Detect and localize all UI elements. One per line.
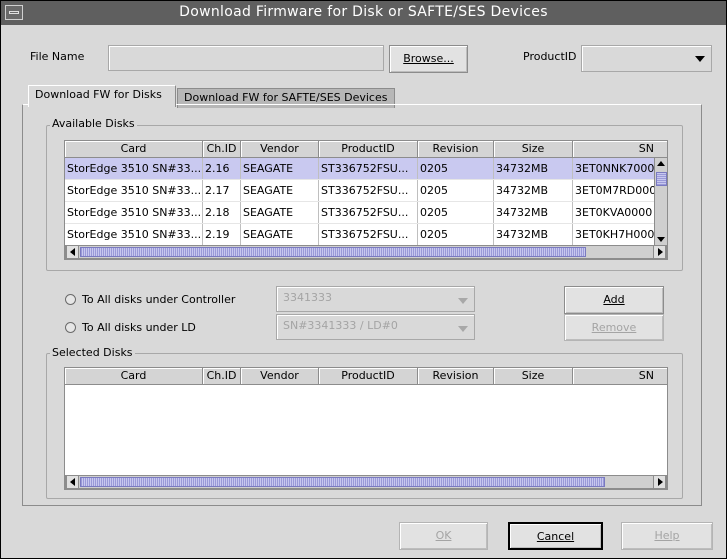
chevron-down-icon <box>458 326 468 332</box>
table-row[interactable]: StorEdge 3510 SN#33... 2.16 SEAGATE ST33… <box>65 158 655 180</box>
remove-button[interactable]: Remove <box>564 314 664 341</box>
scroll-right-button[interactable] <box>653 246 666 258</box>
column-header-productid[interactable]: ProductID <box>319 368 418 384</box>
column-header-vendor[interactable]: Vendor <box>241 141 319 157</box>
column-header-revision[interactable]: Revision <box>418 368 494 384</box>
cell-revision: 0205 <box>418 224 494 245</box>
ld-option-label: To All disks under LD <box>82 321 196 334</box>
cell-card: StorEdge 3510 SN#33... <box>65 202 203 223</box>
column-header-productid[interactable]: ProductID <box>319 141 418 157</box>
cell-revision: 0205 <box>418 202 494 223</box>
available-vertical-scrollbar[interactable] <box>654 158 667 245</box>
cell-productid: ST336752FSU... <box>319 202 418 223</box>
selected-table-header: Card Ch.ID Vendor ProductID Revision Siz… <box>65 368 667 385</box>
cell-revision: 0205 <box>418 158 494 179</box>
arrow-left-icon <box>70 478 75 486</box>
column-header-vendor[interactable]: Vendor <box>241 368 319 384</box>
ld-combo-value: SN#3341333 / LD#0 <box>283 319 398 332</box>
cell-vendor: SEAGATE <box>241 158 319 179</box>
available-horizontal-scrollbar[interactable] <box>65 245 667 259</box>
help-button[interactable]: Help <box>621 522 713 550</box>
cell-card: StorEdge 3510 SN#33... <box>65 224 203 245</box>
tab-download-fw-disks[interactable]: Download FW for Disks <box>28 85 176 107</box>
browse-button[interactable]: Browse... <box>389 45 468 73</box>
scroll-up-icon[interactable] <box>657 161 665 166</box>
add-button[interactable]: Add <box>564 286 664 314</box>
cell-card: StorEdge 3510 SN#33... <box>65 158 203 179</box>
cell-vendor: SEAGATE <box>241 180 319 201</box>
column-header-card[interactable]: Card <box>65 368 203 384</box>
remove-button-label: Remove <box>591 321 637 334</box>
cell-size: 34732MB <box>494 158 573 179</box>
scroll-thumb[interactable] <box>80 247 586 257</box>
cell-productid: ST336752FSU... <box>319 180 418 201</box>
cell-vendor: SEAGATE <box>241 202 319 223</box>
table-row[interactable]: StorEdge 3510 SN#33... 2.17 SEAGATE ST33… <box>65 180 655 202</box>
arrow-right-icon <box>658 478 663 486</box>
cancel-button-label: Cancel <box>536 530 575 543</box>
column-header-size[interactable]: Size <box>494 368 573 384</box>
selected-disks-table: Card Ch.ID Vendor ProductID Revision Siz… <box>64 367 668 490</box>
ok-button[interactable]: OK <box>399 522 488 550</box>
product-id-combo[interactable] <box>581 45 712 72</box>
cell-size: 34732MB <box>494 224 573 245</box>
radio-controller[interactable] <box>65 294 76 305</box>
file-name-field[interactable] <box>108 45 384 71</box>
title-bar[interactable]: Download Firmware for Disk or SAFTE/SES … <box>1 1 726 25</box>
column-header-sn[interactable]: SN <box>573 141 667 157</box>
selected-disks-title: Selected Disks <box>50 346 135 359</box>
add-button-label: Add <box>603 293 625 306</box>
cell-vendor: SEAGATE <box>241 224 319 245</box>
dialog-window: Download Firmware for Disk or SAFTE/SES … <box>0 0 727 559</box>
cell-size: 34732MB <box>494 180 573 201</box>
column-header-chid[interactable]: Ch.ID <box>203 368 241 384</box>
cell-sn: 3ET0KH7H000 <box>573 224 655 245</box>
browse-button-label: Browse... <box>403 52 454 65</box>
cancel-button[interactable]: Cancel <box>508 522 603 550</box>
controller-combo[interactable]: 3341333 <box>276 286 475 312</box>
cell-chid: 2.16 <box>203 158 241 179</box>
column-header-sn[interactable]: SN <box>573 368 667 384</box>
help-button-label: Help <box>654 529 680 542</box>
available-table-header: Card Ch.ID Vendor ProductID Revision Siz… <box>65 141 667 158</box>
available-disks-table: Card Ch.ID Vendor ProductID Revision Siz… <box>64 140 668 260</box>
cell-sn: 3ET0M7RD000 <box>573 180 655 201</box>
cell-sn: 3ET0KVA0000 <box>573 202 655 223</box>
ok-button-label: OK <box>435 529 452 542</box>
controller-option-label: To All disks under Controller <box>82 293 236 306</box>
cell-sn: 3ET0NNK7000 <box>573 158 655 179</box>
column-header-revision[interactable]: Revision <box>418 141 494 157</box>
cell-card: StorEdge 3510 SN#33... <box>65 180 203 201</box>
column-header-card[interactable]: Card <box>65 141 203 157</box>
scroll-thumb[interactable] <box>656 172 667 186</box>
window-title: Download Firmware for Disk or SAFTE/SES … <box>179 4 548 20</box>
column-header-size[interactable]: Size <box>494 141 573 157</box>
chevron-down-icon <box>695 56 705 62</box>
arrow-left-icon <box>70 248 75 256</box>
arrow-right-icon <box>658 248 663 256</box>
controller-combo-value: 3341333 <box>283 291 332 304</box>
radio-ld[interactable] <box>65 322 76 333</box>
cell-chid: 2.19 <box>203 224 241 245</box>
scroll-left-button[interactable] <box>66 246 79 258</box>
column-header-chid[interactable]: Ch.ID <box>203 141 241 157</box>
cell-productid: ST336752FSU... <box>319 158 418 179</box>
scroll-right-button[interactable] <box>653 476 666 488</box>
scroll-left-button[interactable] <box>66 476 79 488</box>
product-id-label: ProductID <box>523 50 577 63</box>
scroll-down-icon[interactable] <box>657 237 665 242</box>
table-row[interactable]: StorEdge 3510 SN#33... 2.19 SEAGATE ST33… <box>65 224 655 246</box>
table-row[interactable]: StorEdge 3510 SN#33... 2.18 SEAGATE ST33… <box>65 202 655 224</box>
cell-chid: 2.17 <box>203 180 241 201</box>
scroll-thumb[interactable] <box>80 477 605 487</box>
available-disks-title: Available Disks <box>50 117 137 130</box>
file-name-label: File Name <box>30 50 85 63</box>
cell-productid: ST336752FSU... <box>319 224 418 245</box>
ld-combo[interactable]: SN#3341333 / LD#0 <box>276 314 475 340</box>
cell-revision: 0205 <box>418 180 494 201</box>
chevron-down-icon <box>458 298 468 304</box>
selected-horizontal-scrollbar[interactable] <box>65 475 667 489</box>
cell-size: 34732MB <box>494 202 573 223</box>
cell-chid: 2.18 <box>203 202 241 223</box>
